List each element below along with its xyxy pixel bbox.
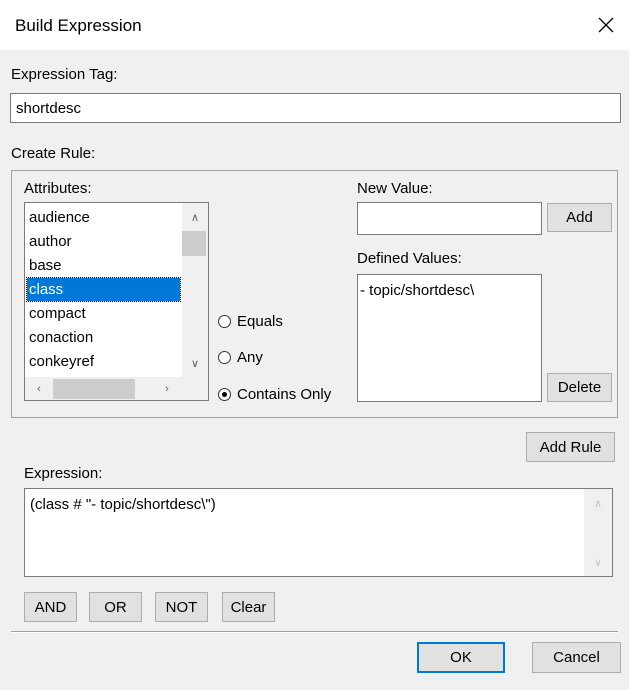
not-button[interactable]: NOT	[155, 592, 208, 622]
title-bar: Build Expression	[0, 0, 629, 50]
chevron-left-icon[interactable]: ‹	[29, 377, 49, 400]
and-button[interactable]: AND	[24, 592, 77, 622]
defined-values-label: Defined Values:	[357, 250, 462, 267]
ok-button[interactable]: OK	[417, 642, 505, 673]
chevron-up-icon[interactable]: ∧	[584, 493, 612, 513]
equals-radio[interactable]	[218, 315, 231, 328]
list-item-selected[interactable]: class	[26, 277, 181, 302]
attributes-label: Attributes:	[24, 180, 92, 197]
attributes-listbox[interactable]: audience author base class compact conac…	[24, 202, 209, 401]
or-button[interactable]: OR	[89, 592, 142, 622]
attributes-vertical-scrollbar[interactable]: ∧ ∨	[182, 203, 208, 377]
vertical-scroll-thumb[interactable]	[182, 231, 206, 256]
list-item[interactable]: base	[27, 254, 180, 277]
expression-tag-input[interactable]	[10, 93, 621, 123]
defined-values-listbox[interactable]: - topic/shortdesc\	[357, 274, 542, 402]
contains-only-label[interactable]: Contains Only	[237, 386, 331, 403]
new-value-input[interactable]	[357, 202, 542, 235]
clear-button[interactable]: Clear	[222, 592, 275, 622]
cancel-button[interactable]: Cancel	[532, 642, 621, 673]
expression-text: (class # "- topic/shortdesc\")	[30, 496, 216, 513]
expression-tag-label: Expression Tag:	[11, 66, 118, 83]
new-value-label: New Value:	[357, 180, 433, 197]
chevron-up-icon[interactable]: ∧	[182, 207, 208, 227]
delete-value-button[interactable]: Delete	[547, 373, 612, 402]
close-icon	[598, 17, 614, 33]
chevron-right-icon[interactable]: ›	[157, 377, 177, 400]
window-title: Build Expression	[15, 16, 142, 35]
footer-separator-highlight	[11, 632, 618, 633]
build-expression-dialog: Build Expression Expression Tag: Create …	[0, 0, 629, 690]
close-button[interactable]	[583, 0, 629, 50]
list-item[interactable]: conkeyref	[27, 350, 180, 373]
list-item[interactable]: - topic/shortdesc\	[358, 279, 538, 302]
any-radio[interactable]	[218, 351, 231, 364]
horizontal-scroll-thumb[interactable]	[53, 379, 135, 399]
any-label[interactable]: Any	[237, 349, 263, 366]
list-item[interactable]: compact	[27, 302, 180, 325]
expression-scrollbar[interactable]: ∧ ∨	[584, 489, 612, 576]
list-item[interactable]: author	[27, 230, 180, 253]
equals-label[interactable]: Equals	[237, 313, 283, 330]
expression-label: Expression:	[24, 465, 103, 482]
attributes-horizontal-scrollbar[interactable]: ‹ ›	[25, 377, 182, 400]
list-item[interactable]: audience	[27, 206, 180, 229]
list-item[interactable]: conaction	[27, 326, 180, 349]
expression-textarea[interactable]: (class # "- topic/shortdesc\") ∧ ∨	[24, 488, 613, 577]
add-value-button[interactable]: Add	[547, 203, 612, 232]
add-rule-button[interactable]: Add Rule	[526, 432, 615, 462]
contains-only-radio[interactable]	[218, 388, 231, 401]
chevron-down-icon[interactable]: ∨	[182, 353, 208, 373]
scrollbar-corner	[182, 377, 208, 400]
chevron-down-icon[interactable]: ∨	[584, 552, 612, 572]
create-rule-label: Create Rule:	[11, 145, 96, 162]
